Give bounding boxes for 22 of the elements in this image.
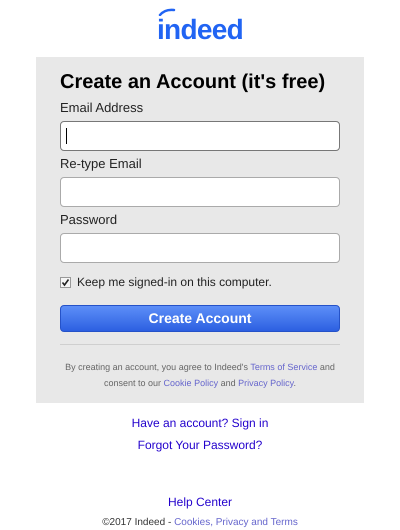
copyright-text: ©2017 Indeed - (102, 516, 172, 530)
logo-text: indeed (156, 16, 244, 44)
field-label: Email Address (60, 99, 144, 117)
create-account-button[interactable]: Create Account (60, 305, 340, 332)
account-link[interactable]: Have an account? Sign in (132, 415, 268, 431)
field-label: Re-type Email (60, 155, 143, 173)
form-title: Create an Account (it's free) (60, 70, 326, 95)
terms-text: By creating an account, you agree to Indeed's Terms of Service and consent to our Cookie Policy and Privacy Policy. (64, 361, 336, 390)
terms-link[interactable]: Privacy Policy (238, 378, 294, 388)
input-field[interactable] (60, 121, 340, 151)
help-center-link[interactable]: Help Center (168, 493, 232, 511)
input-field[interactable] (60, 177, 340, 207)
text-cursor (66, 128, 67, 144)
account-link[interactable]: Forgot Your Password? (138, 437, 262, 453)
checkbox-label: Keep me signed-in on this computer. (77, 274, 272, 291)
terms-link[interactable]: Terms of Service (250, 362, 318, 372)
legal-link[interactable]: Cookies, Privacy and Terms (174, 515, 298, 530)
input-field[interactable] (60, 233, 340, 263)
terms-link[interactable]: Cookie Policy (164, 378, 218, 388)
arc-icon (158, 8, 176, 16)
field-label: Password (60, 211, 118, 229)
checkbox[interactable] (60, 276, 71, 288)
